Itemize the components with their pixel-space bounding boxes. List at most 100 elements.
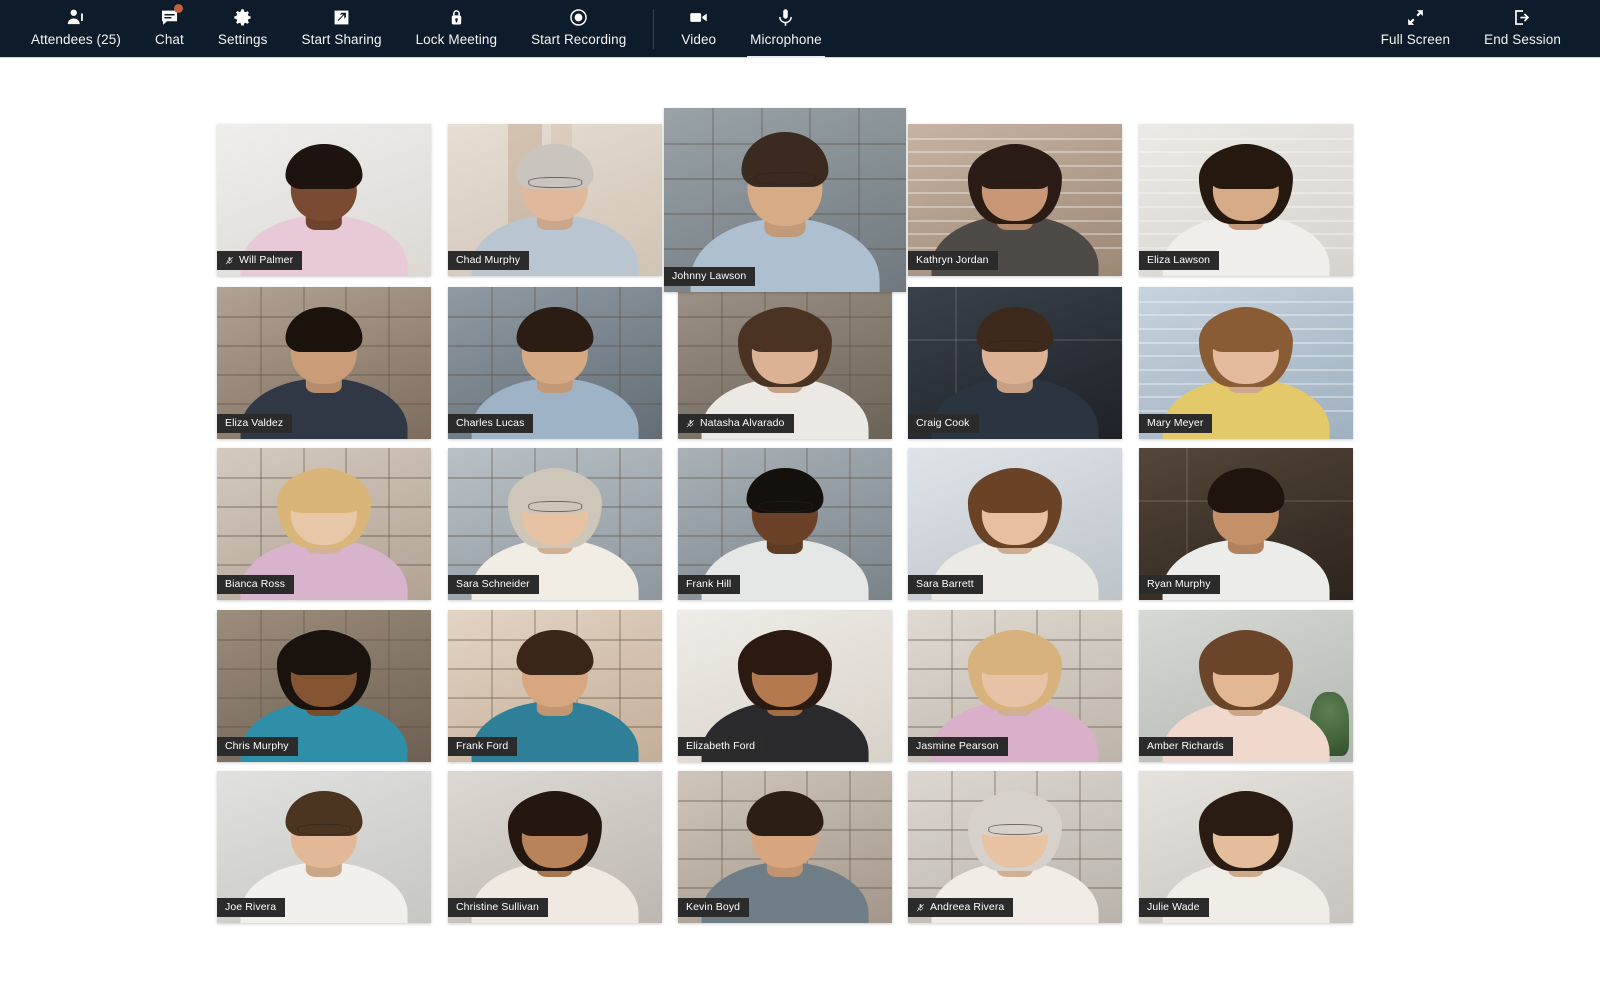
toolbar-button-full-screen[interactable]: Full Screen [1364, 0, 1467, 58]
toolbar-button-end-session[interactable]: End Session [1467, 0, 1578, 58]
toolbar-button-label: Chat [154, 32, 184, 47]
participant-tile[interactable]: Joe Rivera [217, 771, 431, 923]
participant-name: Bianca Ross [225, 578, 286, 590]
participant-nameplate: Natasha Alvarado [678, 414, 794, 433]
participant-tile[interactable]: Amber Richards [1139, 610, 1353, 762]
participant-tile[interactable]: Chris Murphy [217, 610, 431, 762]
toolbar-button-label: Video [681, 32, 717, 47]
meeting-toolbar: Attendees (25) Chat Settings Start Sharing L… [0, 0, 1600, 58]
microphone-muted-icon [686, 418, 695, 429]
participant-tile[interactable]: Johnny Lawson [664, 108, 906, 292]
microphone-icon [775, 7, 796, 28]
toolbar-button-attendees-25[interactable]: Attendees (25) [14, 0, 138, 58]
participant-glasses [988, 340, 1042, 351]
participant-nameplate: Frank Hill [678, 575, 741, 594]
toolbar-button-microphone[interactable]: Microphone [733, 0, 839, 58]
backdrop-blinds [1139, 300, 1353, 303]
participant-name: Will Palmer [239, 254, 294, 266]
toolbar-button-video[interactable]: Video [664, 0, 733, 58]
participant-tile[interactable]: Kevin Boyd [678, 771, 892, 923]
participant-tile[interactable]: Frank Hill [678, 448, 892, 600]
participant-glasses [297, 824, 351, 835]
participant-name: Sara Barrett [916, 578, 974, 590]
participant-nameplate: Amber Richards [1139, 737, 1233, 756]
participant-tile[interactable]: Mary Meyer [1139, 287, 1353, 439]
participant-nameplate: Sara Barrett [908, 575, 983, 594]
participant-name: Joe Rivera [225, 901, 277, 913]
participant-name: Ryan Murphy [1147, 578, 1211, 590]
participant-tile[interactable]: Chad Murphy [448, 124, 662, 276]
participant-nameplate: Sara Schneider [448, 575, 539, 594]
participant-nameplate: Andreea Rivera [908, 898, 1014, 917]
toolbar-divider [653, 9, 655, 49]
participant-name: Kevin Boyd [686, 901, 741, 913]
participant-name: Chad Murphy [456, 254, 521, 266]
participant-name: Sara Schneider [456, 578, 530, 590]
participant-glasses [528, 177, 582, 188]
toolbar-button-label: End Session [1484, 32, 1561, 47]
participant-name: Jasmine Pearson [916, 740, 999, 752]
participant-tile[interactable]: Craig Cook [908, 287, 1122, 439]
participant-nameplate: Jasmine Pearson [908, 737, 1008, 756]
participant-tile[interactable]: Elizabeth Ford [678, 610, 892, 762]
toolbar-button-start-sharing[interactable]: Start Sharing [284, 0, 398, 58]
participant-tile[interactable]: Kathryn Jordan [908, 124, 1122, 276]
participant-name: Andreea Rivera [930, 901, 1005, 913]
participant-name: Eliza Valdez [225, 417, 284, 429]
participant-tile[interactable]: Bianca Ross [217, 448, 431, 600]
toolbar-button-label: Start Recording [531, 32, 627, 47]
participant-nameplate: Eliza Lawson [1139, 251, 1220, 270]
participant-tile[interactable]: Ryan Murphy [1139, 448, 1353, 600]
participant-nameplate: Julie Wade [1139, 898, 1209, 917]
participant-tile[interactable]: Will Palmer [217, 124, 431, 276]
participant-glasses [528, 501, 582, 512]
toolbar-button-label: Microphone [750, 32, 822, 47]
toolbar-button-label: Start Sharing [301, 32, 382, 47]
participant-tile[interactable]: Charles Lucas [448, 287, 662, 439]
participant-name: Craig Cook [916, 417, 970, 429]
participant-tile[interactable]: Andreea Rivera [908, 771, 1122, 923]
participant-tile[interactable]: Eliza Valdez [217, 287, 431, 439]
record-icon [568, 7, 589, 28]
participant-glasses [754, 172, 816, 186]
participant-name: Natasha Alvarado [700, 417, 785, 429]
participant-nameplate: Bianca Ross [217, 575, 295, 594]
participant-name: Frank Hill [686, 578, 732, 590]
toolbar-button-start-recording[interactable]: Start Recording [514, 0, 643, 58]
microphone-muted-icon [225, 255, 234, 266]
participant-name: Frank Ford [456, 740, 509, 752]
participant-tile[interactable]: Julie Wade [1139, 771, 1353, 923]
toolbar-button-settings[interactable]: Settings [201, 0, 285, 58]
participant-glasses [988, 824, 1042, 835]
participant-tile[interactable]: Eliza Lawson [1139, 124, 1353, 276]
participant-tile[interactable]: Sara Schneider [448, 448, 662, 600]
participant-name: Chris Murphy [225, 740, 289, 752]
participant-nameplate: Eliza Valdez [217, 414, 293, 433]
backdrop-blinds [1139, 137, 1353, 140]
attendees-icon [65, 7, 86, 28]
expand-icon [1405, 7, 1426, 28]
participant-name: Christine Sullivan [456, 901, 539, 913]
participant-tile[interactable]: Sara Barrett [908, 448, 1122, 600]
toolbar-button-chat[interactable]: Chat [138, 0, 201, 58]
participant-name: Eliza Lawson [1147, 254, 1211, 266]
participant-name: Elizabeth Ford [686, 740, 756, 752]
participant-nameplate: Charles Lucas [448, 414, 534, 433]
toolbar-button-label: Full Screen [1380, 32, 1451, 47]
participant-tile[interactable]: Christine Sullivan [448, 771, 662, 923]
participant-name: Kathryn Jordan [916, 254, 989, 266]
participant-tile[interactable]: Jasmine Pearson [908, 610, 1122, 762]
participant-nameplate: Christine Sullivan [448, 898, 548, 917]
participant-nameplate: Chris Murphy [217, 737, 298, 756]
screen-share-icon [331, 7, 352, 28]
participant-glasses [988, 177, 1042, 188]
toolbar-left-group: Attendees (25) Chat Settings Start Sharing L… [0, 0, 839, 58]
toolbar-button-label: Lock Meeting [415, 32, 498, 47]
exit-icon [1512, 7, 1533, 28]
participant-name: Johnny Lawson [672, 270, 747, 282]
toolbar-button-lock-meeting[interactable]: Lock Meeting [399, 0, 515, 58]
participant-tile[interactable]: Natasha Alvarado [678, 287, 892, 439]
lock-icon [446, 7, 467, 28]
participant-name: Julie Wade [1147, 901, 1200, 913]
participant-tile[interactable]: Frank Ford [448, 610, 662, 762]
